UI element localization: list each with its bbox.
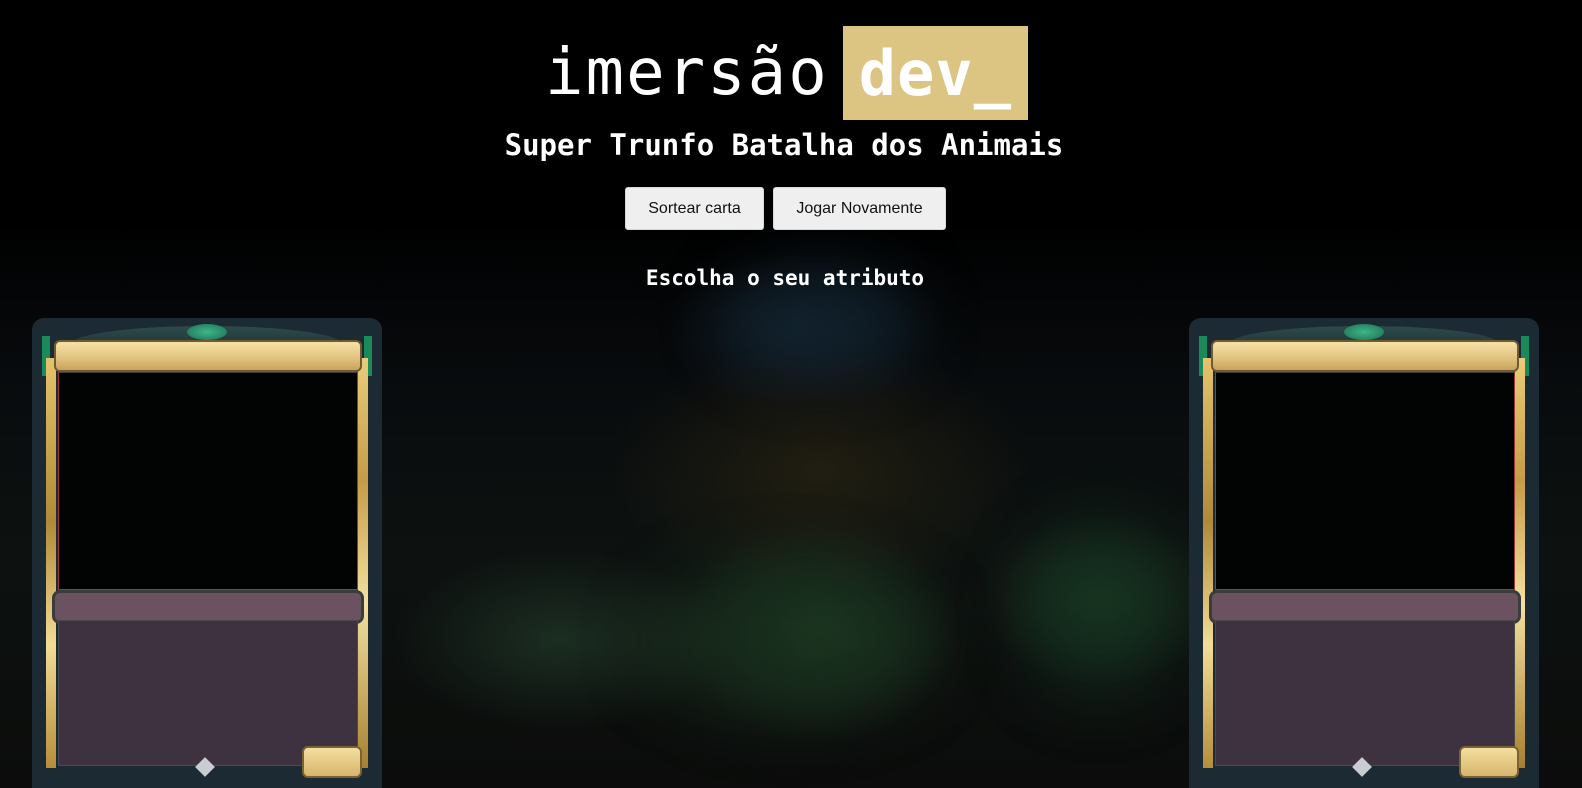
action-buttons: Sortear carta Jogar Novamente	[625, 187, 946, 230]
card-type-bar	[52, 590, 364, 624]
card-frame-right	[358, 358, 368, 768]
play-again-button[interactable]: Jogar Novamente	[773, 187, 946, 230]
card-crown-gem	[187, 324, 227, 340]
card-frame-left	[46, 358, 56, 768]
logo-word: imersão	[545, 36, 829, 110]
page-title: Super Trunfo Batalha dos Animais	[504, 128, 1064, 162]
card-attributes-area	[1215, 620, 1515, 766]
draw-card-button[interactable]: Sortear carta	[625, 187, 764, 230]
card-attributes-area	[58, 620, 358, 766]
card-image-area	[1215, 372, 1515, 590]
logo-highlight-box: dev_	[842, 26, 1029, 120]
card-frame-left	[1203, 358, 1213, 768]
card-stat-badge	[1459, 746, 1519, 778]
card-name-bar	[54, 340, 362, 372]
card-frame-right	[1515, 358, 1525, 768]
card-crown-gem	[1344, 324, 1384, 340]
logo-highlight-text: dev_	[858, 36, 1013, 110]
choose-attribute-heading: Escolha o seu atributo	[645, 266, 925, 290]
card-image-area	[58, 372, 358, 590]
imersao-dev-logo: imersão dev_	[545, 26, 1029, 120]
card-stat-badge	[302, 746, 362, 778]
player-card	[32, 318, 382, 788]
machine-card	[1189, 318, 1539, 788]
card-name-bar	[1211, 340, 1519, 372]
card-type-bar	[1209, 590, 1521, 624]
